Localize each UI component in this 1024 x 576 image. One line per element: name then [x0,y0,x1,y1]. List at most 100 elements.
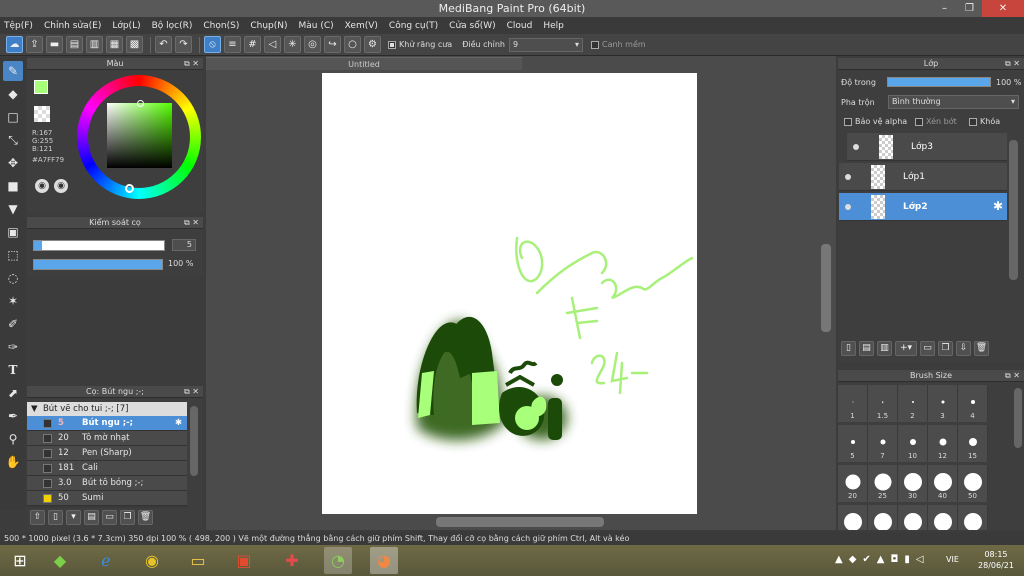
brush-item[interactable]: 3.0 Bút tô bóng ;-; [27,476,187,491]
cross-snap-icon[interactable]: # [244,36,261,53]
brush-options-icon[interactable]: ▾ [66,510,81,525]
windows-start-icon[interactable]: ⊞ [6,547,34,574]
duplicate-layer-icon[interactable]: ❐ [938,341,953,356]
brush-size-cell[interactable]: 150 [898,505,928,530]
vanishing-point-icon[interactable]: ◁ [264,36,281,53]
clock[interactable]: 08:15 28/06/21 [976,549,1016,571]
pages-icon[interactable]: ▦ [106,36,123,53]
brush-item[interactable]: 181 Cali [27,461,187,476]
drawing-canvas[interactable] [322,73,697,514]
snap-settings-icon[interactable]: ⚙ [364,36,381,53]
brush-size-cell[interactable]: 100 [868,505,898,530]
palette-icon[interactable]: ◉ [35,179,49,193]
panel-close-icon[interactable]: ⧉ ✕ [184,217,199,229]
transparent-color-swatch[interactable] [34,106,50,122]
chrome-icon[interactable]: ◉ [138,547,166,574]
brush-tool-icon[interactable]: ✎ [3,61,23,81]
antialias-checkbox[interactable] [388,40,396,49]
soft-snap-checkbox[interactable] [590,40,599,49]
new-halftone-layer-icon[interactable]: ▤ [859,341,874,356]
brush-size-scrollbar[interactable] [1014,388,1022,448]
brush-size-cell[interactable]: 7 [868,425,898,462]
brush-size-cell[interactable]: 50 [958,465,988,502]
undo-icon[interactable]: ↶ [155,36,172,53]
brush-info-icon[interactable]: ▤ [84,510,99,525]
saturation-value-square[interactable] [107,103,172,168]
eyedropper-tool-icon[interactable]: ⚲ [3,429,23,449]
bucket-tool-icon[interactable]: ▼ [3,199,23,219]
app-icon[interactable]: ✚ [278,547,306,574]
brush-size-cell[interactable]: 2 [898,385,928,422]
menu-cloud[interactable]: Cloud [507,21,533,31]
brush-size-value[interactable]: 5 [172,239,196,251]
redo-icon[interactable]: ↷ [175,36,192,53]
menu-select[interactable]: Chọn(S) [203,21,239,31]
brush-size-cell[interactable]: 10 [898,425,928,462]
office-icon[interactable]: ▣ [230,547,258,574]
brush-group-header[interactable]: ▼ Bút vẽ cho tui ;-; [7] [27,402,187,416]
menu-window[interactable]: Cửa sổ(W) [449,21,495,31]
menu-snap[interactable]: Chụp(N) [250,21,287,31]
blend-mode-select[interactable]: Bình thường ▾ [888,95,1019,109]
brush-item[interactable]: 12 Pen (Sharp) [27,446,187,461]
merge-layer-icon[interactable]: ⇩ [956,341,971,356]
gradient-tool-icon[interactable]: ▣ [3,222,23,242]
magic-wand-tool-icon[interactable]: ✶ [3,291,23,311]
brush-size-slider[interactable] [33,240,165,251]
bluestacks-icon[interactable]: ◆ [46,547,74,574]
brush-item[interactable]: 20 Tô mờ nhạt [27,431,187,446]
close-button[interactable]: ✕ [982,0,1024,17]
panel-close-icon[interactable]: ⧉ ✕ [1005,370,1020,382]
layer-list-scrollbar[interactable] [1009,140,1018,280]
menu-view[interactable]: Xem(V) [345,21,378,31]
document-tab[interactable]: Untitled [206,57,522,70]
eye-icon[interactable] [845,204,851,210]
radial-snap-icon[interactable]: ✳ [284,36,301,53]
curve-snap-icon[interactable]: ↪ [324,36,341,53]
brush-size-cell[interactable]: 3 [928,385,958,422]
message-icon[interactable]: ▤ [66,36,83,53]
smudge-tool-icon[interactable]: ⤡ [3,130,23,150]
share-icon[interactable]: ⇪ [26,36,43,53]
add-brush-icon[interactable]: ⇧ [30,510,45,525]
color-picker-handle[interactable] [137,100,144,107]
brush-size-cell[interactable]: 4 [958,385,988,422]
brush-size-cell[interactable]: 25 [868,465,898,502]
clip-checkbox[interactable] [915,117,923,126]
file-explorer-icon[interactable]: ▭ [184,547,212,574]
menu-help[interactable]: Help [543,21,564,31]
panel-close-icon[interactable]: ⧉ ✕ [184,386,199,398]
new-8bit-layer-icon[interactable]: ▥ [877,341,892,356]
panel-close-icon[interactable]: ⧉ ✕ [1005,58,1020,70]
brush-item[interactable]: 50 Sumi [27,491,187,506]
system-tray-icons[interactable]: ▲◆✔▲◘▮◁ [835,554,930,565]
menu-edit[interactable]: Chỉnh sửa(E) [44,21,101,31]
hue-handle[interactable] [125,184,134,193]
eye-icon[interactable] [853,144,859,150]
correction-select[interactable]: 9 ▾ [508,37,583,52]
duplicate-brush-icon[interactable]: ❐ [120,510,135,525]
brush-size-cell[interactable]: 20 [838,465,868,502]
select-rect-tool-icon[interactable]: ⬚ [3,245,23,265]
select-eraser-tool-icon[interactable]: ✑ [3,337,23,357]
brush-size-cell[interactable]: 40 [928,465,958,502]
menu-filter[interactable]: Bộ lọc(R) [152,21,193,31]
brush-size-cell[interactable]: 300 [958,505,988,530]
lock-checkbox[interactable] [969,117,977,126]
grid-icon[interactable]: ▩ [126,36,143,53]
operation-tool-icon[interactable]: ⬈ [3,383,23,403]
layer-opacity-slider[interactable] [887,77,991,87]
lasso-tool-icon[interactable]: ◌ [3,268,23,288]
brush-size-cell[interactable]: 12 [928,425,958,462]
brush-list-scrollbar[interactable] [190,406,198,476]
protect-alpha-checkbox[interactable] [844,117,852,126]
layer-row-lop3[interactable]: Lớp3 [847,133,1007,161]
fill-rect-tool-icon[interactable]: ■ [3,176,23,196]
layer-row-lop2[interactable]: Lớp2 ✱ [839,193,1007,221]
language-indicator[interactable]: VIE [946,555,959,564]
medibang-paint-icon[interactable]: ◕ [370,547,398,574]
layer-settings-icon[interactable]: ✱ [993,199,1003,213]
comment-icon[interactable]: ▬ [46,36,63,53]
foreground-color-swatch[interactable] [34,80,48,94]
menu-file[interactable]: Tệp(F) [4,21,33,31]
